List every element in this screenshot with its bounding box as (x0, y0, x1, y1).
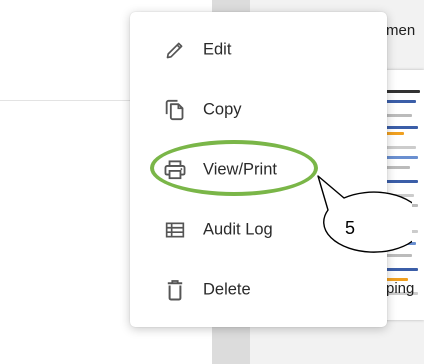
menu-item-label: Edit (203, 40, 232, 59)
thumb-line (382, 156, 418, 159)
menu-item-label: Audit Log (203, 220, 273, 239)
highlight-ellipse (150, 140, 318, 196)
thumb-line (382, 100, 416, 103)
thumb-line (382, 268, 418, 271)
callout-number: 5 (344, 218, 355, 238)
menu-item-delete[interactable]: Delete (130, 270, 387, 310)
pencil-icon (164, 39, 186, 61)
menu-item-copy[interactable]: Copy (130, 90, 387, 130)
thumb-line (382, 146, 416, 149)
list-icon (164, 219, 186, 241)
thumb-line (382, 90, 420, 93)
thumb-line (382, 126, 418, 129)
background-divider (0, 100, 135, 101)
trash-icon (164, 279, 186, 301)
menu-item-label: Delete (203, 280, 251, 299)
document-text-fragment: ping (386, 280, 415, 297)
copy-icon (164, 99, 186, 121)
document-title-fragment: men (386, 22, 416, 39)
menu-item-edit[interactable]: Edit (130, 30, 387, 70)
menu-item-label: Copy (203, 100, 242, 119)
